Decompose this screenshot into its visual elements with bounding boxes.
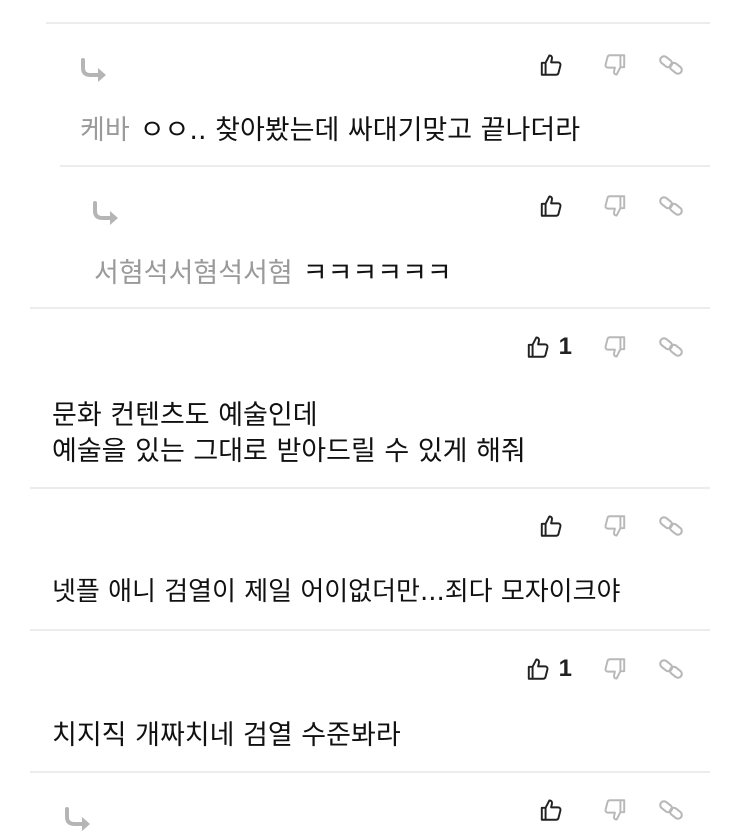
reply-comment: 서혐석서혐석서혐 ㅋㅋㅋㅋㅋㅋ <box>60 165 710 308</box>
thumbs-up-icon <box>538 52 564 78</box>
dislike-button[interactable] <box>602 52 628 78</box>
like-button[interactable]: 1 <box>525 333 572 361</box>
comment-actions <box>508 193 684 219</box>
link-icon <box>658 334 684 360</box>
thumbs-down-icon <box>602 334 628 360</box>
link-icon <box>658 656 684 682</box>
comment-text-line: 문화 컨텐츠도 예술인데 <box>52 400 318 431</box>
reply-arrow-icon <box>80 58 110 84</box>
like-count: 1 <box>558 655 572 682</box>
like-count: 1 <box>558 333 572 360</box>
like-button[interactable] <box>538 193 572 219</box>
dislike-button[interactable] <box>602 513 628 539</box>
comment-text: ㅋㅋㅋㅋㅋㅋ <box>302 258 452 289</box>
comment-text: ㅇㅇ.. 찾아봤는데 싸대기맞고 끝나더라 <box>139 115 581 146</box>
like-button[interactable] <box>538 513 572 539</box>
comment-body: 케바 ㅇㅇ.. 찾아봤는데 싸대기맞고 끝나더라 <box>80 108 580 147</box>
comment-text-line: 넷플 애니 검열이 제일 어이없더만...죄다 모자이크야 <box>52 577 621 607</box>
thumbs-down-icon <box>602 656 628 682</box>
like-button[interactable] <box>538 52 572 78</box>
link-icon <box>658 193 684 219</box>
thumbs-up-icon <box>538 797 564 823</box>
thumbs-down-icon <box>602 52 628 78</box>
dislike-button[interactable] <box>602 656 628 682</box>
comment-actions <box>508 797 684 823</box>
thumbs-up-icon <box>525 656 551 682</box>
comment-actions <box>508 513 684 539</box>
dislike-button[interactable] <box>602 797 628 823</box>
link-icon <box>658 797 684 823</box>
reply-comment: 케바 ㅇㅇ.. 찾아봤는데 싸대기맞고 끝나더라 <box>46 22 710 166</box>
reply-arrow-icon <box>64 807 94 832</box>
thumbs-down-icon <box>602 513 628 539</box>
reply-comment <box>30 771 710 832</box>
thumbs-down-icon <box>602 193 628 219</box>
comment-actions <box>508 52 684 78</box>
comment-actions: 1 <box>495 655 684 683</box>
comment-body: 서혐석서혐석서혐 ㅋㅋㅋㅋㅋㅋ <box>94 251 452 290</box>
copy-link-button[interactable] <box>658 52 684 78</box>
thumbs-down-icon <box>602 797 628 823</box>
link-icon <box>658 52 684 78</box>
comment-nickname[interactable]: 케바 <box>80 115 130 146</box>
comment: 1 치지직 개짜치네 검열 수준봐라 <box>30 629 710 772</box>
comment: 넷플 애니 검열이 제일 어이없더만...죄다 모자이크야 <box>30 487 710 630</box>
thumbs-up-icon <box>538 193 564 219</box>
comment-text-line: 예술을 있는 그대로 받아드릴 수 있게 해줘 <box>52 436 526 467</box>
copy-link-button[interactable] <box>658 334 684 360</box>
comment-nickname[interactable]: 서혐석서혐석서혐 <box>94 258 293 289</box>
copy-link-button[interactable] <box>658 513 684 539</box>
copy-link-button[interactable] <box>658 656 684 682</box>
copy-link-button[interactable] <box>658 193 684 219</box>
thumbs-up-icon <box>525 334 551 360</box>
like-button[interactable]: 1 <box>525 655 572 683</box>
comment-actions: 1 <box>495 333 684 361</box>
comment-text-line: 치지직 개짜치네 검열 수준봐라 <box>52 720 401 751</box>
dislike-button[interactable] <box>602 193 628 219</box>
comment: 1 문화 컨텐츠도 예술인데 예술을 있는 그대로 받아드릴 수 있게 해줘 <box>30 307 710 488</box>
reply-arrow-icon <box>92 201 122 227</box>
dislike-button[interactable] <box>602 334 628 360</box>
like-button[interactable] <box>538 797 572 823</box>
copy-link-button[interactable] <box>658 797 684 823</box>
link-icon <box>658 513 684 539</box>
thumbs-up-icon <box>538 513 564 539</box>
